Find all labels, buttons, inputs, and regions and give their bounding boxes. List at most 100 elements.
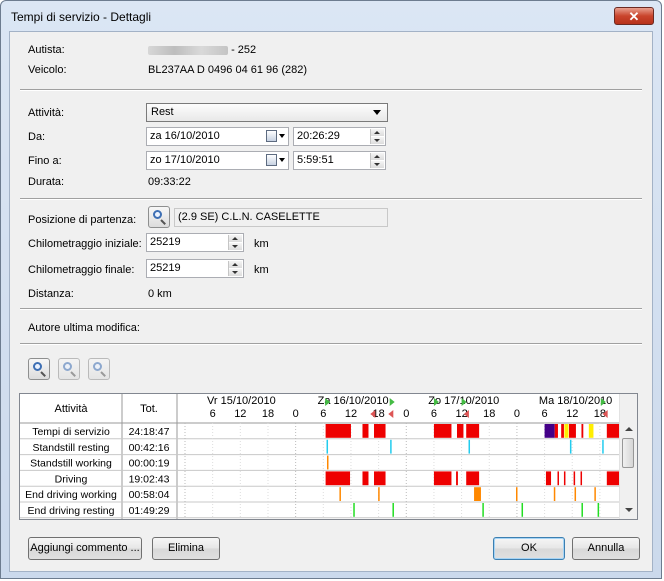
activity-segment [362, 471, 369, 486]
row-activity-name: End driving working [25, 489, 117, 501]
row-total: 24:18:47 [129, 426, 170, 438]
zoom-out-icon [63, 362, 72, 371]
row-total: 01:49:29 [129, 505, 170, 517]
window-title: Tempi di servizio - Dettagli [11, 10, 152, 24]
activity-segment [466, 424, 480, 438]
add-comment-button[interactable]: Aggiungi commento ... [28, 537, 142, 560]
time-spinner[interactable] [370, 153, 384, 168]
activity-segment [474, 487, 481, 501]
hour-tick-label: 12 [345, 408, 357, 420]
chevron-down-icon [373, 110, 381, 115]
activity-segment [374, 424, 386, 438]
to-label: Fino a: [28, 155, 62, 167]
spin-up-icon[interactable] [229, 261, 242, 268]
separator [20, 308, 642, 310]
activity-segment [325, 471, 351, 486]
title-bar[interactable]: Tempi di servizio - Dettagli ✕ [1, 1, 661, 31]
timeline-scrollbar[interactable] [619, 394, 637, 519]
spin-up-icon[interactable] [371, 153, 384, 160]
calendar-dropdown-button[interactable] [266, 154, 286, 167]
activity-segment [326, 439, 329, 454]
km-spinner[interactable] [228, 235, 242, 250]
hour-tick-label: 12 [234, 408, 246, 420]
spin-down-icon[interactable] [229, 269, 242, 276]
calendar-icon [266, 154, 277, 166]
scroll-up-icon[interactable] [625, 427, 633, 431]
final-km-field[interactable]: 25219 [146, 259, 244, 278]
activity-segment [326, 455, 329, 470]
activity-segment [521, 503, 524, 517]
activity-segment [574, 487, 577, 501]
activity-timeline[interactable]: AttivitàTot.Vr 15/10/2010Za 16/10/2010Zo… [19, 393, 638, 520]
activity-segment [456, 424, 464, 438]
to-time-field[interactable]: 5:59:51 [293, 151, 386, 170]
spin-down-icon[interactable] [229, 243, 242, 250]
zoom-fit-button[interactable] [88, 358, 110, 380]
hour-tick-label: 0 [293, 408, 299, 420]
row-activity-name: Standstill resting [32, 442, 109, 454]
calendar-dropdown-button[interactable] [266, 130, 286, 143]
scroll-down-icon[interactable] [625, 508, 633, 512]
spin-up-icon[interactable] [371, 129, 384, 136]
from-time-value: 20:26:29 [297, 130, 340, 142]
hour-tick-label: 0 [514, 408, 520, 420]
activity-segment [597, 503, 600, 517]
search-icon [153, 210, 162, 219]
initial-km-unit: km [254, 238, 269, 250]
activity-segment [544, 424, 555, 438]
spin-up-icon[interactable] [229, 235, 242, 242]
cancel-button[interactable]: Annulla [572, 537, 640, 560]
activity-segment [573, 471, 576, 486]
from-time-field[interactable]: 20:26:29 [293, 127, 386, 146]
driver-name-redacted [148, 45, 228, 55]
activity-label: Attività: [28, 107, 65, 119]
activity-segment [466, 471, 480, 486]
zoom-in-button[interactable] [28, 358, 50, 380]
activity-segment [563, 471, 566, 486]
activity-segment [569, 424, 576, 438]
ok-button[interactable]: OK [493, 537, 565, 560]
activity-segment [515, 487, 518, 501]
chevron-down-icon [279, 134, 285, 138]
duration-label: Durata: [28, 176, 65, 188]
row-total: 00:58:04 [129, 489, 170, 501]
close-button[interactable]: ✕ [614, 7, 654, 25]
activity-segment [433, 471, 452, 486]
spin-down-icon[interactable] [371, 161, 384, 168]
to-date-value: zo 17/10/2010 [150, 154, 220, 166]
activity-segment [553, 487, 556, 501]
activity-segment [602, 439, 604, 454]
activity-segment [362, 424, 369, 438]
time-spinner[interactable] [370, 129, 384, 144]
activity-segment [581, 503, 583, 517]
separator [20, 198, 642, 200]
timeline-svg: AttivitàTot.Vr 15/10/2010Za 16/10/2010Zo… [20, 394, 629, 519]
zoom-out-button[interactable] [58, 358, 80, 380]
activity-segment [392, 503, 394, 517]
activity-segment [594, 487, 596, 501]
row-activity-name: Standstill working [30, 458, 112, 470]
initial-km-field[interactable]: 25219 [146, 233, 244, 252]
delete-button[interactable]: Elimina [152, 537, 220, 560]
start-position-label: Posizione di partenza: [28, 214, 137, 226]
from-date-picker[interactable]: za 16/10/2010 [146, 127, 289, 146]
hour-tick-label: 18 [262, 408, 274, 420]
activity-segment [325, 424, 351, 438]
scroll-thumb[interactable] [622, 438, 634, 468]
km-spinner[interactable] [228, 261, 242, 276]
activity-segment [581, 424, 584, 438]
spin-down-icon[interactable] [371, 137, 384, 144]
final-km-unit: km [254, 264, 269, 276]
final-km-value: 25219 [150, 262, 181, 274]
col-activity-header: Attività [54, 403, 88, 415]
activity-segment [561, 424, 564, 438]
to-date-picker[interactable]: zo 17/10/2010 [146, 151, 289, 170]
start-position-value: (2.9 SE) C.L.N. CASELETTE [178, 211, 320, 223]
distance-value: 0 km [148, 288, 172, 300]
row-activity-name: Driving [55, 473, 88, 485]
close-icon: ✕ [628, 9, 640, 24]
search-position-button[interactable] [148, 206, 170, 228]
final-km-label: Chilometraggio finale: [28, 264, 135, 276]
activity-segment [580, 471, 583, 486]
activity-select[interactable]: Rest [146, 103, 388, 122]
